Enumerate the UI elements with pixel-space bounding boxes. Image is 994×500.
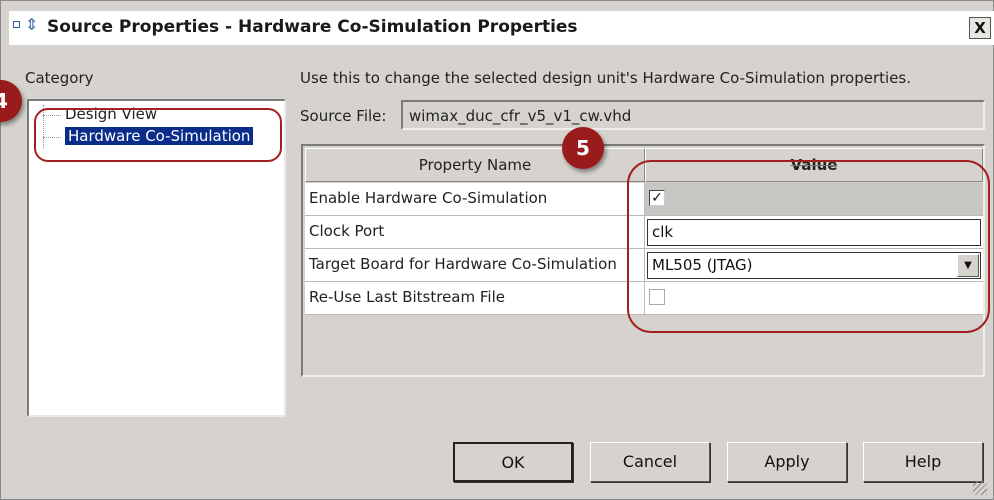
title-bar[interactable]: ⇕ Source Properties - Hardware Co-Simula… <box>9 11 994 45</box>
apply-button[interactable]: Apply <box>727 442 847 482</box>
close-button[interactable]: X <box>969 17 991 39</box>
app-icon: ⇕ <box>13 15 43 37</box>
property-name-cell[interactable]: Target Board for Hardware Co-Simulation <box>305 249 645 282</box>
ok-button[interactable]: OK <box>453 442 573 482</box>
resize-grip-icon[interactable] <box>973 481 987 495</box>
step-5-badge: 5 <box>562 127 604 169</box>
window-title: Source Properties - Hardware Co-Simulati… <box>47 17 578 37</box>
source-file-field: wimax_duc_cfr_v5_v1_cw.vhd <box>401 100 985 130</box>
property-name-cell[interactable]: Re-Use Last Bitstream File <box>305 282 645 315</box>
description-text: Use this to change the selected design u… <box>300 69 912 87</box>
help-button[interactable]: Help <box>863 442 983 482</box>
property-name-cell[interactable]: Clock Port <box>305 216 645 249</box>
property-name-cell[interactable]: Enable Hardware Co-Simulation <box>305 183 645 216</box>
step-4-highlight <box>34 108 282 162</box>
step-5-highlight <box>627 160 990 333</box>
source-file-label: Source File: <box>300 107 387 125</box>
category-label: Category <box>25 69 94 87</box>
cancel-button[interactable]: Cancel <box>590 442 710 482</box>
